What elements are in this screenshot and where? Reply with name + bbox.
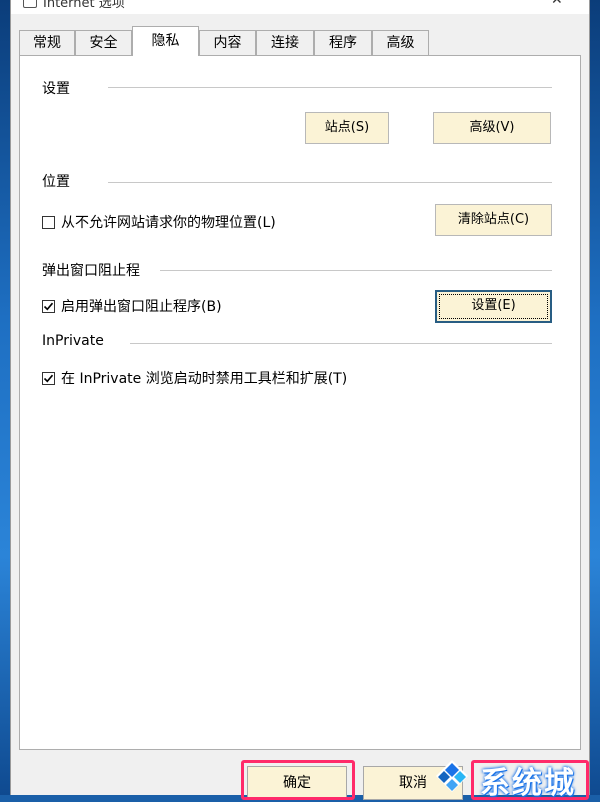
enable-popup-blocker-checkbox[interactable] bbox=[42, 299, 55, 313]
tab-general[interactable]: 常规 bbox=[19, 30, 75, 55]
app-icon bbox=[23, 0, 37, 8]
inprivate-group-label: InPrivate bbox=[42, 333, 104, 349]
advanced-button-label: 高级(V) bbox=[469, 120, 515, 135]
tab-privacy[interactable]: 隐私 bbox=[132, 26, 199, 56]
checkmark-icon bbox=[43, 302, 54, 310]
disable-toolbars-checkbox[interactable] bbox=[42, 371, 55, 385]
never-allow-location-label: 从不允许网站请求你的物理位置(L) bbox=[61, 215, 276, 231]
site-watermark: 系统城 bbox=[418, 752, 600, 801]
settings-group-divider bbox=[108, 87, 552, 88]
close-icon[interactable]: ✕ bbox=[551, 0, 563, 8]
tab-connections[interactable]: 连接 bbox=[256, 30, 314, 55]
advanced-button[interactable]: 高级(V) bbox=[433, 112, 551, 144]
never-allow-location-checkbox[interactable] bbox=[42, 215, 55, 229]
popup-blocker-group-divider bbox=[160, 270, 552, 271]
sites-button[interactable]: 站点(S) bbox=[305, 112, 389, 144]
tab-security[interactable]: 安全 bbox=[75, 30, 132, 55]
location-group-divider bbox=[108, 182, 552, 183]
never-allow-location-row[interactable]: 从不允许网站请求你的物理位置(L) bbox=[42, 212, 276, 232]
popup-blocker-group-label: 弹出窗口阻止程 bbox=[42, 263, 140, 279]
inprivate-group-divider bbox=[130, 343, 552, 344]
disable-toolbars-row[interactable]: 在 InPrivate 浏览启动时禁用工具栏和扩展(T) bbox=[42, 368, 347, 388]
clear-sites-button-label: 清除站点(C) bbox=[457, 212, 530, 227]
title-bar: Internet 选项 ✕ bbox=[11, 0, 589, 14]
windows-logo-icon bbox=[436, 760, 468, 792]
tab-programs[interactable]: 程序 bbox=[314, 30, 372, 55]
enable-popup-blocker-label: 启用弹出窗口阻止程序(B) bbox=[61, 299, 222, 315]
window-title: Internet 选项 bbox=[43, 0, 125, 11]
internet-options-dialog: Internet 选项 ✕ 常规 安全 隐私 内容 连接 程序 高级 设置 站点… bbox=[10, 0, 590, 800]
tab-advanced[interactable]: 高级 bbox=[372, 30, 429, 55]
clear-sites-button[interactable]: 清除站点(C) bbox=[435, 204, 552, 236]
privacy-tab-panel: 设置 站点(S) 高级(V) 位置 从不允许网站请求你的物理位置(L) 清除站点… bbox=[19, 55, 581, 750]
location-group-label: 位置 bbox=[42, 174, 70, 190]
ok-button-highlight bbox=[241, 760, 355, 800]
popup-settings-button[interactable]: 设置(E) bbox=[435, 290, 552, 323]
disable-toolbars-label: 在 InPrivate 浏览启动时禁用工具栏和扩展(T) bbox=[61, 371, 348, 387]
checkmark-icon bbox=[43, 374, 54, 382]
tab-content[interactable]: 内容 bbox=[199, 30, 256, 55]
watermark-text: 系统城 bbox=[480, 766, 576, 801]
popup-settings-button-label: 设置(E) bbox=[471, 298, 516, 313]
enable-popup-blocker-row[interactable]: 启用弹出窗口阻止程序(B) bbox=[42, 296, 222, 316]
sites-button-label: 站点(S) bbox=[324, 120, 370, 135]
settings-group-label: 设置 bbox=[42, 81, 70, 97]
